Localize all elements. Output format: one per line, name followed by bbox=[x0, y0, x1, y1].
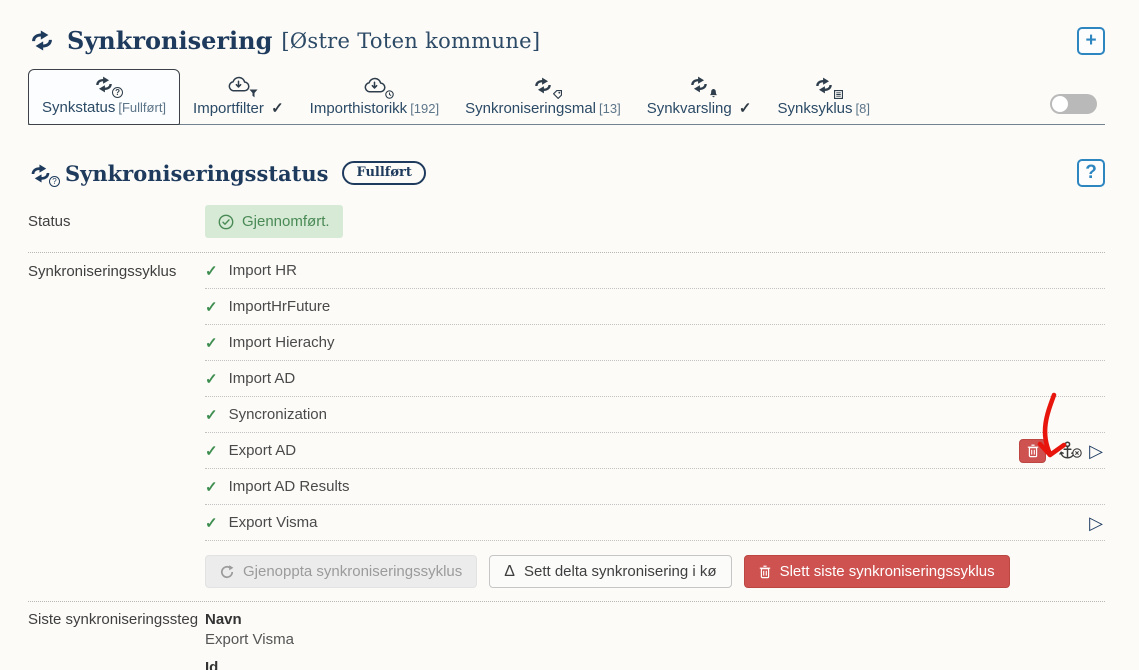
resume-cycle-button[interactable]: Gjenoppta synkroniseringssyklus bbox=[205, 555, 477, 588]
check-icon: ✓ bbox=[205, 298, 218, 316]
sync-list-icon bbox=[813, 77, 835, 97]
trash-icon bbox=[1027, 444, 1039, 458]
check-icon: ✓ bbox=[205, 334, 218, 352]
toggle-switch[interactable] bbox=[1050, 94, 1097, 114]
trash-icon bbox=[759, 565, 771, 579]
toggle-knob bbox=[1052, 96, 1068, 112]
section-title: Synkroniseringsstatus bbox=[65, 161, 328, 186]
check-icon: ✓ bbox=[205, 370, 218, 388]
step-name: Syncronization bbox=[229, 406, 327, 423]
tab-synkroniseringsmal[interactable]: Synkroniseringsmal[13] bbox=[452, 71, 634, 124]
cycle-step-export-ad: ✓ Export AD ▷ bbox=[205, 433, 1105, 469]
tab-synkstatus[interactable]: ? Synkstatus[Fullført] bbox=[28, 69, 180, 125]
cycle-label: Synkroniseringssyklus bbox=[28, 253, 205, 601]
check-icon: ✓ bbox=[205, 262, 218, 280]
tab-importfilter[interactable]: Importfilter ✓ bbox=[180, 70, 297, 124]
help-button[interactable]: ? bbox=[1077, 159, 1105, 187]
step-name: Export AD bbox=[229, 442, 297, 459]
last-step-label: Siste synkroniseringssteg bbox=[28, 611, 205, 670]
tab-label: Importhistorikk bbox=[310, 100, 408, 117]
remove-from-queue-anchor-icon[interactable] bbox=[1059, 441, 1076, 460]
circle-x-badge bbox=[1072, 445, 1082, 462]
tab-check: ✓ bbox=[739, 100, 752, 117]
sync-icon bbox=[28, 30, 56, 51]
tab-count: [13] bbox=[599, 101, 621, 116]
cloud-download-history-icon bbox=[363, 77, 386, 97]
cycle-actions: Gjenoppta synkroniseringssyklus Δ Sett d… bbox=[205, 555, 1105, 601]
step-name: Import Hierachy bbox=[229, 334, 335, 351]
id-key: Id bbox=[205, 659, 1105, 670]
tab-label: Synkroniseringsmal bbox=[465, 100, 596, 117]
run-step-button[interactable]: ▷ bbox=[1089, 442, 1103, 460]
tab-label: Synkstatus bbox=[42, 99, 115, 116]
delete-step-button[interactable] bbox=[1019, 439, 1046, 463]
tab-check: ✓ bbox=[271, 100, 284, 117]
sync-status-icon: ? bbox=[28, 164, 53, 183]
cycle-step: ✓ Import AD bbox=[205, 361, 1105, 397]
tab-label: Synksyklus bbox=[777, 100, 852, 117]
status-row: Status Gjennomført. bbox=[28, 205, 1105, 253]
tab-label: Synkvarsling bbox=[647, 100, 732, 117]
page-title: Synkronisering bbox=[67, 26, 272, 55]
check-icon: ✓ bbox=[205, 406, 218, 424]
delete-last-cycle-button[interactable]: Slett siste synkroniseringssyklus bbox=[744, 555, 1010, 588]
sync-bell-icon bbox=[688, 76, 710, 96]
step-name: Import HR bbox=[229, 262, 297, 279]
status-label: Status bbox=[28, 213, 205, 230]
name-key: Navn bbox=[205, 611, 1105, 628]
tab-label: Importfilter bbox=[193, 100, 264, 117]
status-pill: Fullført bbox=[342, 161, 425, 185]
page-subtitle: [Østre Toten kommune] bbox=[281, 29, 540, 53]
run-step-button[interactable]: ▷ bbox=[1089, 514, 1103, 532]
sync-question-icon: ? bbox=[93, 76, 115, 96]
step-name: Import AD Results bbox=[229, 478, 350, 495]
redo-icon bbox=[220, 565, 234, 579]
step-name: Export Visma bbox=[229, 514, 318, 531]
cycle-step: ✓ Syncronization bbox=[205, 397, 1105, 433]
add-button[interactable]: + bbox=[1077, 27, 1105, 55]
cloud-download-filter-icon bbox=[227, 76, 250, 96]
section-header: ? Synkroniseringsstatus Fullført ? bbox=[28, 159, 1105, 187]
step-name: ImportHrFuture bbox=[229, 298, 331, 315]
cycle-step-export-visma: ✓ Export Visma ▷ bbox=[205, 505, 1105, 541]
delta-icon: Δ bbox=[504, 563, 515, 581]
cycle-step: ✓ Import Hierachy bbox=[205, 325, 1105, 361]
check-icon: ✓ bbox=[205, 514, 218, 532]
page-header: Synkronisering [Østre Toten kommune] + bbox=[28, 26, 1105, 55]
check-icon: ✓ bbox=[205, 478, 218, 496]
tab-count: [8] bbox=[856, 101, 870, 116]
last-step-row: Siste synkroniseringssteg Navn Export Vi… bbox=[28, 602, 1105, 670]
name-value: Export Visma bbox=[205, 631, 1105, 648]
tab-synksyklus[interactable]: Synksyklus [8] bbox=[764, 71, 883, 124]
tab-synkvarsling[interactable]: Synkvarsling ✓ bbox=[634, 70, 765, 124]
step-name: Import AD bbox=[229, 370, 296, 387]
tab-count: [Fullført] bbox=[118, 100, 166, 115]
tab-importhistorikk[interactable]: Importhistorikk[192] bbox=[297, 71, 452, 124]
check-icon: ✓ bbox=[205, 442, 218, 460]
cycle-step: ✓ ImportHrFuture bbox=[205, 289, 1105, 325]
sync-tag-icon bbox=[532, 77, 554, 97]
tab-bar: ? Synkstatus[Fullført] Importfilter ✓ Im… bbox=[28, 69, 1105, 125]
tab-count: [192] bbox=[410, 101, 439, 116]
delta-sync-queue-button[interactable]: Δ Sett delta synkronisering i kø bbox=[489, 555, 731, 588]
cycle-step: ✓ Import HR bbox=[205, 253, 1105, 289]
check-circle-icon bbox=[218, 214, 234, 230]
cycle-step: ✓ Import AD Results bbox=[205, 469, 1105, 505]
cycle-row: Synkroniseringssyklus ✓ Import HR ✓ Impo… bbox=[28, 253, 1105, 601]
status-badge: Gjennomført. bbox=[205, 205, 343, 238]
